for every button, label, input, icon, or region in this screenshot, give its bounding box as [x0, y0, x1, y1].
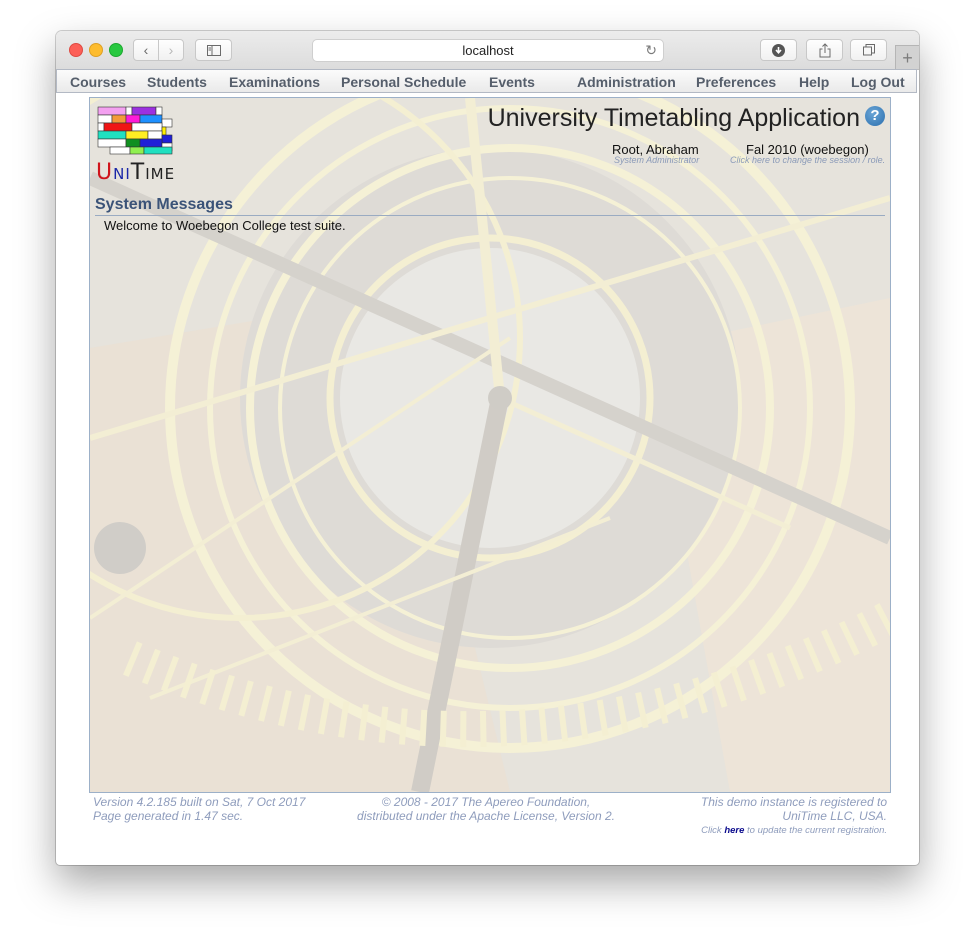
- share-button[interactable]: [806, 39, 843, 61]
- tabs-icon: [862, 44, 875, 56]
- footer-version-info: Version 4.2.185 built on Sat, 7 Oct 2017…: [93, 795, 305, 823]
- downloads-button[interactable]: [760, 39, 797, 61]
- browser-window: ‹ › localhost ↻ + Courses Students Exami…: [56, 31, 919, 865]
- minimize-window-button[interactable]: [89, 43, 103, 57]
- unitime-logo-grid: [97, 106, 173, 155]
- logo-letter-t: T: [130, 160, 146, 185]
- main-menu: Courses Students Examinations Personal S…: [56, 69, 917, 93]
- footer-registration: This demo instance is registered to UniT…: [701, 795, 887, 823]
- reg-suffix: to update the current registration.: [744, 825, 887, 836]
- reg-prefix: Click: [701, 825, 725, 836]
- version-text: Version 4.2.185 built on Sat, 7 Oct 2017: [93, 795, 306, 809]
- menu-examinations[interactable]: Examinations: [229, 74, 320, 90]
- logo-letter-u: U: [96, 160, 114, 185]
- menu-preferences[interactable]: Preferences: [696, 74, 776, 90]
- update-registration-link[interactable]: here: [724, 825, 744, 836]
- browser-toolbar: ‹ › localhost ↻ +: [56, 31, 919, 70]
- chevron-right-icon: ›: [168, 42, 174, 58]
- show-tabs-button[interactable]: [850, 39, 887, 61]
- menu-log-out[interactable]: Log Out: [851, 74, 905, 90]
- reload-icon[interactable]: ↻: [645, 40, 657, 61]
- unitime-logo-text: UNITIME: [96, 160, 175, 185]
- registered-owner: UniTime LLC, USA.: [782, 809, 887, 823]
- license-text: distributed under the Apache License, Ve…: [357, 809, 615, 823]
- address-bar[interactable]: localhost ↻: [312, 39, 664, 62]
- help-icon[interactable]: ?: [865, 106, 885, 126]
- page-generated-text: Page generated in 1.47 sec.: [93, 809, 244, 823]
- chevron-left-icon: ‹: [143, 42, 149, 58]
- share-icon: [819, 42, 830, 57]
- plus-icon: +: [902, 48, 913, 68]
- page-title: University Timetabling Application: [487, 104, 860, 132]
- url-text: localhost: [462, 43, 514, 58]
- sidebar-toggle-button[interactable]: [195, 39, 232, 61]
- menu-courses[interactable]: Courses: [70, 74, 126, 90]
- footer-copyright: © 2008 - 2017 The Apereo Foundation, dis…: [346, 795, 626, 823]
- registered-text: This demo instance is registered to: [700, 795, 887, 809]
- menu-events[interactable]: Events: [489, 74, 535, 90]
- back-button[interactable]: ‹: [133, 39, 159, 61]
- registration-update-note: Click here to update the current registr…: [701, 825, 887, 836]
- forward-button[interactable]: ›: [158, 39, 184, 61]
- close-window-button[interactable]: [69, 43, 83, 57]
- logo-letters-ni: NI: [113, 165, 131, 183]
- maximize-window-button[interactable]: [109, 43, 123, 57]
- menu-students[interactable]: Students: [147, 74, 207, 90]
- logo-letters-ime: IME: [145, 165, 176, 183]
- section-divider: [95, 215, 885, 216]
- sidebar-icon: [206, 44, 221, 56]
- download-icon: [772, 43, 785, 57]
- menu-personal-schedule[interactable]: Personal Schedule: [341, 74, 466, 90]
- new-tab-button[interactable]: +: [895, 45, 919, 69]
- section-title: System Messages: [95, 196, 233, 213]
- user-role: System Administrator: [614, 155, 700, 165]
- copyright-text: © 2008 - 2017 The Apereo Foundation,: [381, 795, 591, 809]
- menu-help[interactable]: Help: [799, 74, 829, 90]
- menu-administration[interactable]: Administration: [577, 74, 676, 90]
- page-content: UNITIME University Timetabling Applicati…: [89, 97, 891, 793]
- session-change-hint[interactable]: Click here to change the session / role.: [730, 155, 885, 165]
- system-message: Welcome to Woebegon College test suite.: [104, 218, 346, 233]
